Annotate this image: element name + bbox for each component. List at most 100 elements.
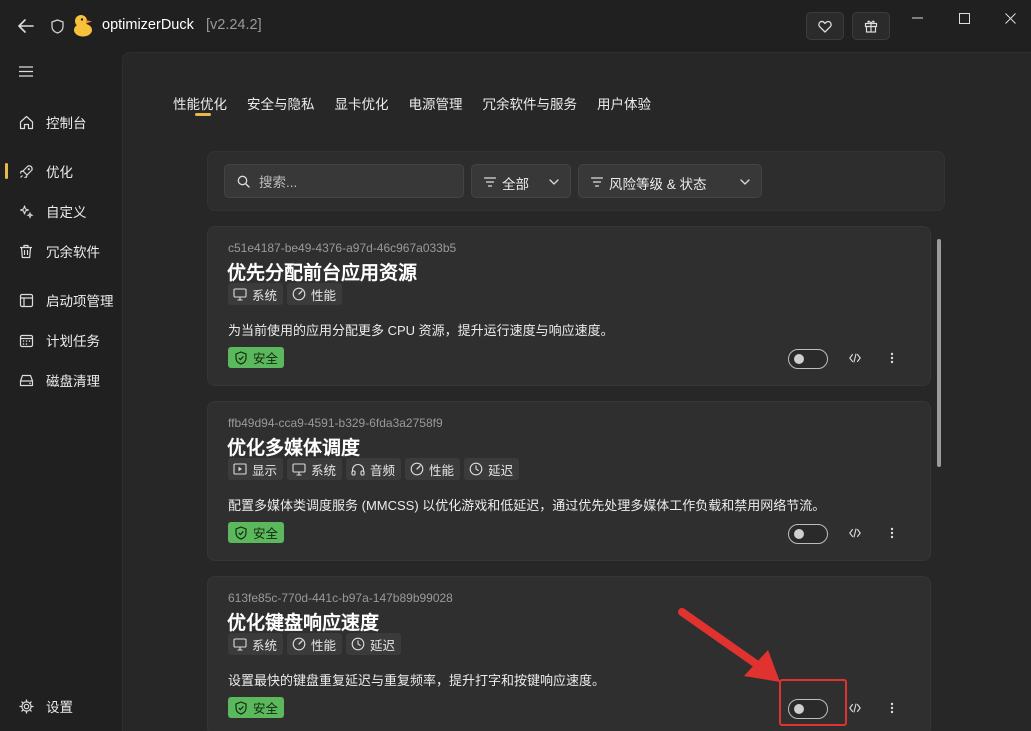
tag-list: 系统 性能: [228, 283, 343, 305]
sparkle-icon: [18, 203, 34, 219]
favorite-button[interactable]: [806, 12, 844, 40]
tag: 延迟: [464, 458, 520, 480]
sidebar-item-label: 计划任务: [46, 334, 100, 349]
startup-icon: [18, 292, 34, 308]
gauge-icon: [410, 462, 424, 476]
tab-power[interactable]: 电源管理: [409, 93, 463, 117]
sidebar-item-bloatware[interactable]: 冗余软件: [0, 235, 122, 267]
more-options-icon[interactable]: [884, 698, 900, 718]
tag-label: 延迟: [488, 463, 514, 478]
gift-button[interactable]: [852, 12, 890, 40]
tab-gpu[interactable]: 显卡优化: [335, 93, 389, 117]
active-tab-indicator: [195, 113, 211, 116]
sidebar-item-scheduled-tasks[interactable]: 计划任务: [0, 324, 122, 356]
tab-label: 性能优化: [173, 97, 227, 112]
tag-label: 性能: [311, 638, 337, 653]
clock-icon: [469, 462, 483, 476]
tab-security-privacy[interactable]: 安全与隐私: [247, 93, 315, 117]
risk-badge-label: 安全: [253, 702, 279, 716]
tag-list: 显示 系统 音频 性能 延迟: [228, 458, 520, 480]
app-version: [v2.24.2]: [206, 17, 262, 33]
optimization-id: ffb49d94-cca9-4591-b329-6fda3a2758f9: [228, 416, 443, 430]
risk-badge: 安全: [228, 347, 285, 368]
sidebar-item-label: 控制台: [46, 116, 87, 131]
maximize-button[interactable]: [944, 6, 984, 30]
clock-icon: [351, 637, 365, 651]
tag: 性能: [287, 633, 343, 655]
heart-icon: [818, 20, 832, 33]
scrollbar-thumb[interactable]: [937, 239, 941, 467]
tag-label: 音频: [370, 463, 396, 478]
play-icon: [233, 462, 247, 476]
chevron-down-icon: [739, 176, 751, 188]
close-button[interactable]: [990, 6, 1030, 30]
optimization-card: ffb49d94-cca9-4591-b329-6fda3a2758f9 优化多…: [207, 401, 931, 561]
sidebar-item-disk-cleanup[interactable]: 磁盘清理: [0, 364, 122, 396]
sidebar-item-settings[interactable]: 设置: [0, 690, 122, 722]
search-icon: [236, 174, 250, 188]
tag: 系统: [287, 458, 343, 480]
filter-icon: [590, 175, 604, 189]
sidebar-item-label: 优化: [46, 165, 73, 180]
active-indicator: [5, 163, 8, 179]
code-icon[interactable]: [846, 523, 864, 543]
tab-label: 电源管理: [408, 97, 463, 112]
back-arrow-icon[interactable]: [14, 14, 38, 38]
code-icon[interactable]: [846, 348, 864, 368]
tab-performance[interactable]: 性能优化: [173, 93, 227, 117]
annotation-highlight-box: [779, 679, 847, 726]
sidebar: 控制台 优化 自定义 冗余软件 启动项管理 计划任务 磁盘清理 设置: [0, 52, 122, 731]
tag: 系统: [228, 633, 284, 655]
tag: 性能: [405, 458, 461, 480]
tag-list: 系统 性能 延迟: [228, 633, 402, 655]
enable-toggle[interactable]: [788, 524, 828, 544]
sidebar-item-label: 磁盘清理: [46, 374, 100, 389]
monitor-icon: [292, 462, 306, 476]
sidebar-item-label: 自定义: [46, 205, 87, 220]
toggle-knob: [794, 529, 804, 539]
category-filter-dropdown[interactable]: 全部: [471, 164, 571, 198]
tag: 延迟: [346, 633, 402, 655]
search-box[interactable]: [224, 164, 464, 198]
sidebar-item-label: 冗余软件: [46, 245, 100, 260]
monitor-icon: [233, 637, 247, 651]
sidebar-item-custom[interactable]: 自定义: [0, 195, 122, 227]
tab-bloatware-services[interactable]: 冗余软件与服务: [483, 93, 578, 117]
monitor-icon: [233, 287, 247, 301]
risk-badge: 安全: [228, 522, 285, 543]
calendar-icon: [18, 332, 34, 348]
optimization-id: c51e4187-be49-4376-a97d-46c967a033b5: [228, 241, 457, 255]
minimize-icon: [911, 17, 923, 19]
gauge-icon: [292, 287, 306, 301]
more-options-icon[interactable]: [884, 523, 900, 543]
optimization-title: 优化键盘响应速度: [227, 613, 380, 634]
main-content: 性能优化 安全与隐私 显卡优化 电源管理 冗余软件与服务 用户体验 全部: [122, 52, 1031, 731]
tab-user-experience[interactable]: 用户体验: [597, 93, 651, 117]
shield-check-icon: [234, 525, 248, 540]
search-input[interactable]: [259, 171, 455, 193]
tab-label: 显卡优化: [334, 97, 389, 112]
sidebar-item-startup[interactable]: 启动项管理: [0, 284, 122, 316]
trash-icon: [18, 243, 34, 259]
code-icon[interactable]: [846, 698, 864, 718]
risk-status-filter-dropdown[interactable]: 风险等级 & 状态: [578, 164, 762, 198]
gift-icon: [864, 20, 878, 33]
title-bar: optimizerDuck [v2.24.2]: [0, 0, 1031, 52]
sidebar-item-dashboard[interactable]: 控制台: [0, 106, 122, 138]
tab-label: 安全与隐私: [247, 97, 315, 112]
enable-toggle[interactable]: [788, 349, 828, 369]
sidebar-item-optimize[interactable]: 优化: [0, 155, 122, 187]
optimization-id: 613fe85c-770d-441c-b97a-147b89b99028: [228, 591, 453, 605]
risk-badge-label: 安全: [253, 352, 279, 366]
rocket-icon: [18, 163, 34, 179]
headphones-icon: [351, 462, 365, 476]
hamburger-menu-icon[interactable]: [16, 62, 36, 80]
close-icon: [1004, 12, 1016, 24]
tag: 性能: [287, 283, 343, 305]
optimization-description: 设置最快的键盘重复延迟与重复频率，提升打字和按键响应速度。: [228, 673, 606, 688]
more-options-icon[interactable]: [884, 348, 900, 368]
sidebar-item-label: 启动项管理: [46, 294, 114, 309]
minimize-button[interactable]: [897, 6, 937, 30]
optimization-description: 为当前使用的应用分配更多 CPU 资源，提升运行速度与响应速度。: [228, 323, 614, 338]
risk-badge: 安全: [228, 697, 285, 718]
